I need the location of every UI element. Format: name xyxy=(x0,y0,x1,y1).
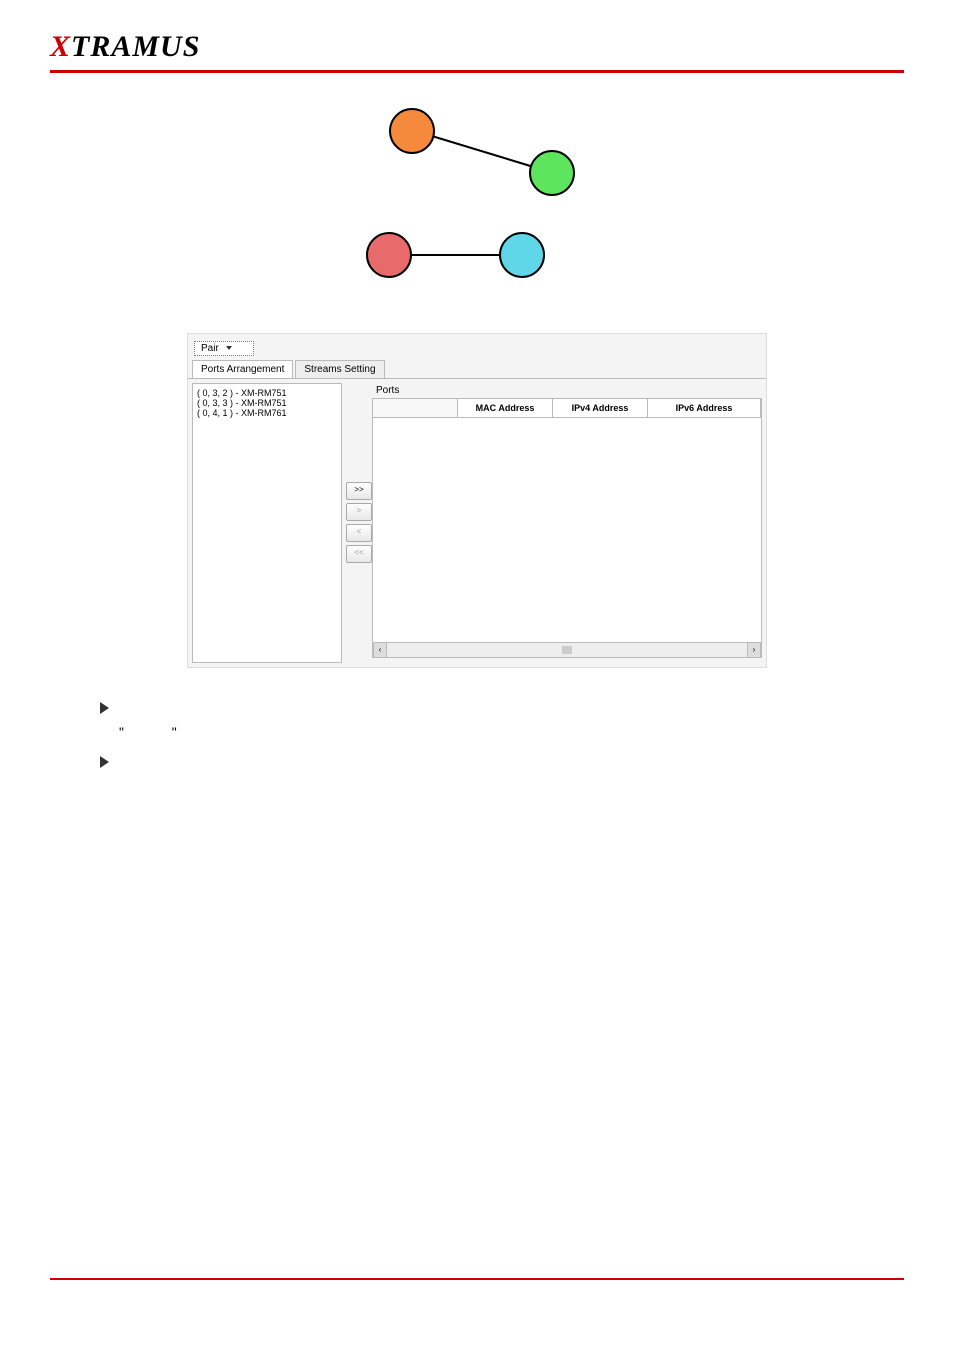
circle-pair-1 xyxy=(327,93,627,213)
page: XTRAMUS Pair Ports Arrangement Streams S… xyxy=(0,0,954,1350)
scroll-thumb[interactable] xyxy=(562,646,572,654)
ports-label: Ports xyxy=(372,383,762,398)
circle-diagram xyxy=(50,93,904,303)
add-all-button[interactable]: >> xyxy=(346,482,372,500)
list-item[interactable]: ( 0, 3, 3 ) - XM-RM751 xyxy=(197,398,337,408)
tab-streams-setting[interactable]: Streams Setting xyxy=(295,360,384,378)
bullet-list: information in the list " " . : xyxy=(100,698,854,774)
table-header-row: MAC Address IPv4 Address IPv6 Address xyxy=(373,399,761,418)
bullet-icon xyxy=(100,756,109,768)
bullet-icon xyxy=(100,702,109,714)
mode-dropdown-value: Pair xyxy=(201,343,219,354)
ports-table: MAC Address IPv4 Address IPv6 Address ‹ … xyxy=(372,398,762,658)
tabs: Ports Arrangement Streams Setting xyxy=(188,360,766,379)
bullet-1: information in the list " " . xyxy=(119,698,854,744)
table-header-blank xyxy=(373,399,458,417)
mode-dropdown[interactable]: Pair xyxy=(194,341,254,356)
circle-pair-2 xyxy=(327,213,627,303)
list-item[interactable]: ( 0, 4, 1 ) - XM-RM761 xyxy=(197,408,337,418)
tab-ports-arrangement[interactable]: Ports Arrangement xyxy=(192,360,293,378)
bullet-2: : xyxy=(119,752,854,774)
chevron-down-icon xyxy=(226,346,232,350)
logo-rest: TRAMUS xyxy=(71,30,200,63)
app-window: Pair Ports Arrangement Streams Setting (… xyxy=(187,333,767,668)
table-header-ipv4: IPv4 Address xyxy=(553,399,648,417)
list-item[interactable]: ( 0, 3, 2 ) - XM-RM751 xyxy=(197,388,337,398)
scroll-left-icon[interactable]: ‹ xyxy=(373,642,387,658)
header-divider xyxy=(50,70,904,73)
logo: XTRAMUS xyxy=(50,30,904,65)
available-ports-list[interactable]: ( 0, 3, 2 ) - XM-RM751 ( 0, 3, 3 ) - XM-… xyxy=(192,383,342,663)
table-header-mac: MAC Address xyxy=(458,399,553,417)
remove-all-button[interactable]: << xyxy=(346,545,372,563)
remove-one-button[interactable]: < xyxy=(346,524,372,542)
scroll-right-icon[interactable]: › xyxy=(747,642,761,658)
horizontal-scrollbar[interactable]: ‹ › xyxy=(373,642,761,657)
logo-x: X xyxy=(50,30,71,63)
table-header-ipv6: IPv6 Address xyxy=(648,399,761,417)
add-one-button[interactable]: > xyxy=(346,503,372,521)
transfer-buttons: >> > < << xyxy=(346,379,372,667)
footer-divider xyxy=(50,1278,904,1280)
